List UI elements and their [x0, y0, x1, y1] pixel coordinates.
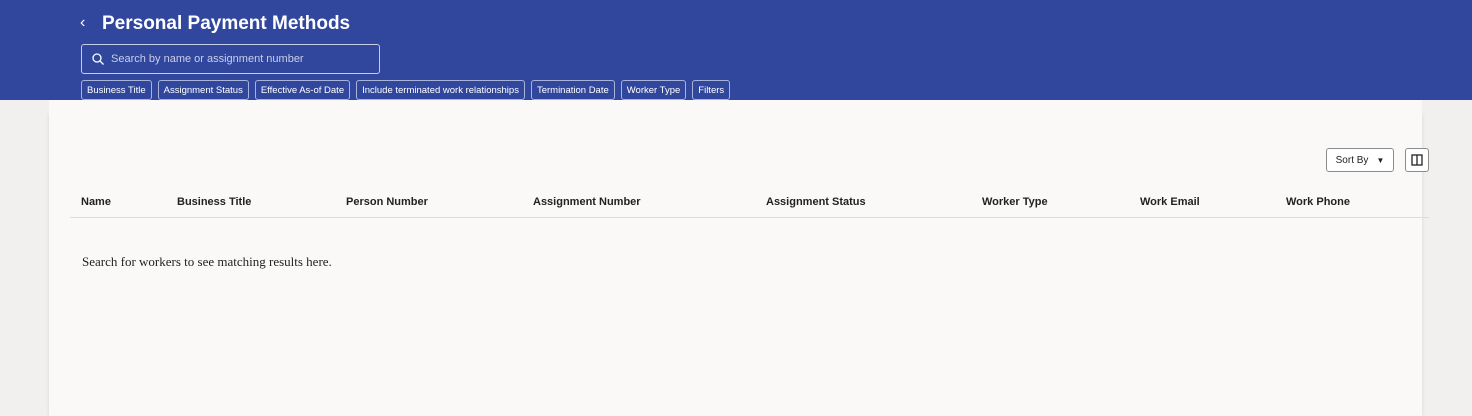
col-person-number[interactable]: Person Number — [346, 196, 428, 208]
col-business-title[interactable]: Business Title — [177, 196, 251, 208]
chip-termination-date[interactable]: Termination Date — [530, 80, 615, 100]
col-name[interactable]: Name — [81, 196, 111, 208]
columns-toggle-button[interactable] — [1405, 148, 1429, 172]
chip-business-title[interactable]: Business Title — [81, 80, 152, 100]
chip-assignment-status[interactable]: Assignment Status — [157, 80, 249, 100]
col-work-email[interactable]: Work Email — [1140, 196, 1200, 208]
search-icon — [92, 53, 104, 65]
col-assignment-number[interactable]: Assignment Number — [533, 196, 641, 208]
sort-by-button[interactable]: Sort By ▼ — [1326, 148, 1394, 172]
col-work-phone[interactable]: Work Phone — [1286, 196, 1350, 208]
panel-top — [49, 100, 1422, 114]
filter-chips: Business Title Assignment Status Effecti… — [81, 80, 731, 100]
page-title: Personal Payment Methods — [102, 13, 351, 34]
col-assignment-status[interactable]: Assignment Status — [766, 196, 866, 208]
col-worker-type[interactable]: Worker Type — [982, 196, 1048, 208]
search-box[interactable] — [81, 44, 380, 74]
sort-label: Sort By — [1335, 154, 1369, 166]
columns-icon — [1411, 154, 1423, 166]
chip-include-terminated[interactable]: Include terminated work relationships — [356, 80, 525, 100]
page-header: ‹ Personal Payment Methods Business Titl… — [0, 0, 1472, 100]
search-input[interactable] — [111, 53, 371, 65]
caret-down-icon: ▼ — [1376, 155, 1385, 165]
chip-worker-type[interactable]: Worker Type — [620, 80, 687, 100]
chip-effective-date[interactable]: Effective As-of Date — [254, 80, 351, 100]
table-header: Name Business Title Person Number Assign… — [70, 189, 1429, 218]
empty-state-message: Search for workers to see matching resul… — [82, 254, 332, 269]
chip-filters[interactable]: Filters — [692, 80, 731, 100]
back-chevron-icon[interactable]: ‹ — [80, 14, 85, 32]
